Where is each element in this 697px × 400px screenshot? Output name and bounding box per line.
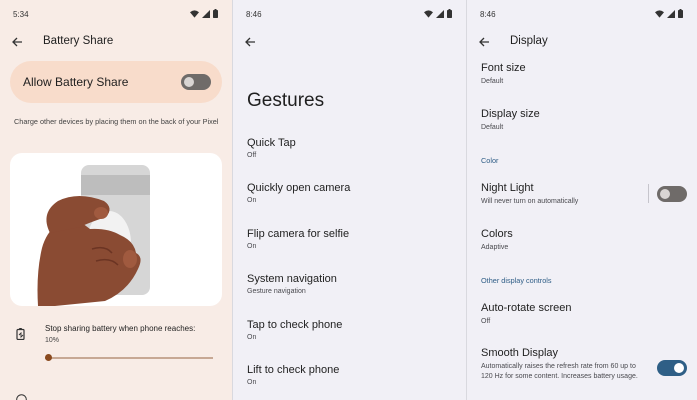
setting-display-size[interactable]: Display size Default	[467, 108, 697, 138]
stop-sharing-label: Stop sharing battery when phone reaches:	[45, 324, 196, 333]
cellular-signal-icon	[667, 9, 675, 18]
status-time: 8:46	[480, 10, 496, 19]
top-app-bar: Battery Share	[0, 28, 232, 56]
gestures-panel: 8:46 Gestures Quick Tap Off Quickly open…	[233, 0, 466, 400]
status-time: 8:46	[246, 10, 262, 19]
setting-smooth-display[interactable]: Smooth Display Automatically raises the …	[467, 347, 645, 397]
gesture-item-subtitle: On	[247, 379, 257, 386]
back-arrow-icon[interactable]	[476, 34, 492, 50]
gesture-item-subtitle: Gesture navigation	[247, 288, 306, 295]
page-title: Display	[510, 35, 548, 47]
battery-share-icon	[16, 327, 26, 345]
setting-subtitle: Off	[481, 318, 491, 325]
battery-icon	[447, 9, 452, 18]
setting-title: Smooth Display	[481, 347, 559, 359]
setting-title: Auto-rotate screen	[481, 302, 572, 314]
battery-share-illustration	[10, 153, 222, 306]
gesture-item-subtitle: On	[247, 243, 257, 250]
gesture-item-subtitle: Off	[247, 152, 257, 159]
stop-sharing-value: 10%	[45, 337, 60, 344]
cellular-signal-icon	[202, 9, 210, 18]
status-bar: 8:46	[233, 0, 466, 28]
setting-night-light[interactable]: Night Light Will never turn on automatic…	[467, 182, 647, 212]
cellular-signal-icon	[436, 9, 444, 18]
smooth-display-switch[interactable]	[657, 360, 687, 376]
setting-auto-rotate-screen[interactable]: Auto-rotate screen Off	[467, 302, 697, 332]
battery-share-panel: 5:34 Battery Share Allow Battery Share C…	[0, 0, 232, 400]
top-app-bar	[233, 28, 466, 56]
slider-track	[45, 357, 213, 359]
section-header-other-display-controls: Other display controls	[481, 276, 552, 285]
gesture-item-tap-to-check-phone[interactable]: Tap to check phone On	[233, 319, 466, 355]
gesture-item-quickly-open-camera[interactable]: Quickly open camera On	[233, 182, 466, 218]
setting-title: Font size	[481, 62, 526, 74]
gesture-item-title: Quick Tap	[247, 137, 296, 149]
display-panel: 8:46 Display Font size Default Display s…	[467, 0, 697, 400]
wifi-icon	[655, 9, 664, 18]
setting-subtitle: Will never turn on automatically	[481, 198, 579, 205]
gesture-item-title: System navigation	[247, 273, 337, 285]
setting-subtitle: Default	[481, 124, 504, 131]
setting-subtitle: Adaptive	[481, 244, 509, 251]
stop-sharing-slider[interactable]	[45, 354, 213, 362]
wifi-icon	[424, 9, 433, 18]
page-title: Battery Share	[43, 35, 114, 47]
switch-knob	[184, 77, 194, 87]
wifi-icon	[190, 9, 199, 18]
gesture-item-title: Quickly open camera	[247, 182, 351, 194]
status-bar: 5:34	[0, 0, 232, 28]
battery-icon	[678, 9, 683, 18]
gesture-item-system-navigation[interactable]: System navigation Gesture navigation	[233, 273, 466, 309]
gesture-item-quick-tap[interactable]: Quick Tap Off	[233, 137, 466, 173]
setting-title: Night Light	[481, 182, 534, 194]
gesture-item-title: Lift to check phone	[247, 364, 340, 376]
gesture-item-subtitle: On	[247, 197, 257, 204]
night-light-switch[interactable]	[657, 186, 687, 202]
gesture-item-subtitle: On	[247, 334, 257, 341]
section-header-color: Color	[481, 156, 499, 165]
allow-battery-share-switch[interactable]	[181, 74, 211, 90]
page-title: Gestures	[247, 90, 325, 111]
gesture-item-flip-camera[interactable]: Flip camera for selfie On	[233, 228, 466, 264]
slider-thumb[interactable]	[45, 354, 52, 361]
setting-title: Colors	[481, 228, 513, 240]
setting-font-size[interactable]: Font size Default	[467, 62, 697, 92]
setting-subtitle: Automatically raises the refresh rate fr…	[481, 363, 638, 380]
back-arrow-icon[interactable]	[9, 34, 25, 50]
vertical-divider	[648, 184, 649, 203]
gesture-item-title: Tap to check phone	[247, 319, 343, 331]
top-app-bar: Display	[467, 28, 697, 56]
status-time: 5:34	[13, 10, 29, 19]
switch-knob	[660, 189, 670, 199]
back-arrow-icon[interactable]	[242, 34, 258, 50]
gesture-item-title: Flip camera for selfie	[247, 228, 350, 240]
setting-title: Display size	[481, 108, 540, 120]
gesture-item-lift-to-check-phone[interactable]: Lift to check phone On	[233, 364, 466, 400]
charge-hint-text: Charge other devices by placing them on …	[14, 117, 219, 126]
allow-battery-share-toggle-row[interactable]: Allow Battery Share	[10, 61, 222, 103]
switch-knob	[674, 363, 684, 373]
stop-sharing-threshold-row: Stop sharing battery when phone reaches:…	[0, 318, 232, 373]
setting-colors[interactable]: Colors Adaptive	[467, 228, 697, 258]
battery-icon	[213, 9, 218, 18]
allow-battery-share-label: Allow Battery Share	[23, 75, 129, 89]
setting-subtitle: Default	[481, 78, 504, 85]
status-bar: 8:46	[467, 0, 697, 28]
info-icon	[16, 392, 27, 400]
